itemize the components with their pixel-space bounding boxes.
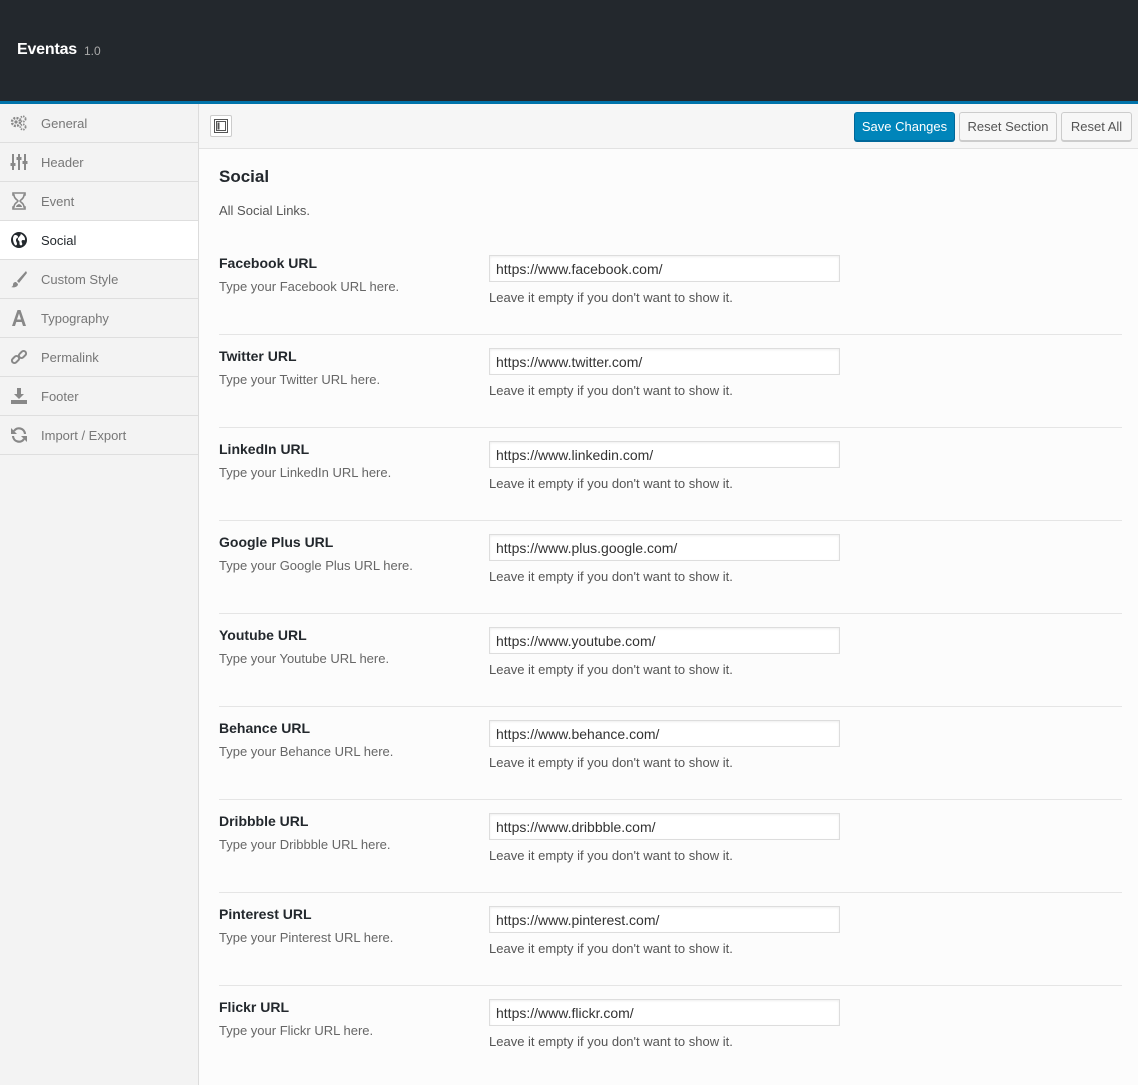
field-subtitle: Type your Facebook URL here. [219,279,400,294]
hourglass-icon [10,192,28,210]
field-title: Dribbble URL [219,813,309,829]
sidebar-item-label: Import / Export [41,428,127,443]
refresh-icon [10,426,28,444]
field-row-behance: Behance URL Type your Behance URL here. … [219,707,1122,800]
google-plus-url-input[interactable] [489,534,840,561]
field-row-twitter: Twitter URL Type your Twitter URL here. … [219,335,1122,428]
options-toolbar: Save Changes Reset Section Reset All [199,104,1138,149]
save-changes-button[interactable]: Save Changes [854,112,955,141]
field-subtitle: Type your Google Plus URL here. [219,558,413,573]
field-help: Leave it empty if you don't want to show… [489,848,733,863]
field-subtitle: Type your LinkedIn URL here. [219,465,392,480]
behance-url-input[interactable] [489,720,840,747]
field-help: Leave it empty if you don't want to show… [489,383,733,398]
flickr-url-input[interactable] [489,999,840,1026]
field-title: Flickr URL [219,999,290,1015]
field-subtitle: Type your Flickr URL here. [219,1023,374,1038]
pinterest-url-input[interactable] [489,906,840,933]
field-title: Twitter URL [219,348,297,364]
field-subtitle: Type your Dribbble URL here. [219,837,391,852]
sidebar-item-import-export[interactable]: Import / Export [0,416,198,455]
field-help: Leave it empty if you don't want to show… [489,569,733,584]
youtube-url-input[interactable] [489,627,840,654]
sidebar-item-label: Social [41,233,77,248]
sidebar-item-label: Event [41,194,75,209]
field-row-linkedin: LinkedIn URL Type your LinkedIn URL here… [219,428,1122,521]
field-subtitle: Type your Youtube URL here. [219,651,390,666]
font-icon [10,309,28,327]
sidebar-item-typography[interactable]: Typography [0,299,198,338]
field-row-facebook: Facebook URL Type your Facebook URL here… [219,242,1122,335]
field-help: Leave it empty if you don't want to show… [489,290,733,305]
sidebar-item-label: Permalink [41,350,99,365]
field-subtitle: Type your Pinterest URL here. [219,930,394,945]
sidebar-item-label: Custom Style [41,272,119,287]
app-header: Eventas 1.0 [0,0,1138,104]
sidebar-item-custom-style[interactable]: Custom Style [0,260,198,299]
reset-all-button[interactable]: Reset All [1061,112,1132,141]
sliders-icon [10,153,28,171]
twitter-url-input[interactable] [489,348,840,375]
facebook-url-input[interactable] [489,255,840,282]
brush-icon [10,270,28,288]
sidebar-item-permalink[interactable]: Permalink [0,338,198,377]
field-row-pinterest: Pinterest URL Type your Pinterest URL he… [219,893,1122,986]
download-icon [10,387,28,405]
field-row-dribbble: Dribbble URL Type your Dribbble URL here… [219,800,1122,893]
field-help: Leave it empty if you don't want to show… [489,941,733,956]
sidebar-item-event[interactable]: Event [0,182,198,221]
sidebar-item-label: Typography [41,311,109,326]
section-description: All Social Links. [219,203,311,218]
field-row-flickr: Flickr URL Type your Flickr URL here. Le… [219,986,1122,1079]
dribbble-url-input[interactable] [489,813,840,840]
field-help: Leave it empty if you don't want to show… [489,1034,733,1049]
field-title: LinkedIn URL [219,441,310,457]
link-icon [10,348,28,366]
field-title: Google Plus URL [219,534,334,550]
sidebar-item-label: General [41,116,88,131]
sidebar-item-social[interactable]: Social [0,221,198,260]
field-help: Leave it empty if you don't want to show… [489,476,733,491]
section-title: Social [219,167,270,186]
layout-icon [211,119,231,133]
field-subtitle: Type your Behance URL here. [219,744,394,759]
sidebar-item-header[interactable]: Header [0,143,198,182]
layout-toggle-button[interactable] [210,115,232,137]
sidebar: General Header Event Social Custom Style… [0,104,199,1085]
field-subtitle: Type your Twitter URL here. [219,372,381,387]
field-help: Leave it empty if you don't want to show… [489,755,733,770]
field-title: Facebook URL [219,255,318,271]
sidebar-item-label: Footer [41,389,79,404]
sidebar-item-general[interactable]: General [0,104,198,143]
sidebar-item-label: Header [41,155,84,170]
field-title: Behance URL [219,720,311,736]
app-version: 1.0 [84,44,101,58]
main-panel: Social All Social Links. Facebook URL Ty… [199,149,1138,1085]
field-row-youtube: Youtube URL Type your Youtube URL here. … [219,614,1122,707]
linkedin-url-input[interactable] [489,441,840,468]
field-row-google-plus: Google Plus URL Type your Google Plus UR… [219,521,1122,614]
gears-icon [10,114,28,132]
globe-icon [10,231,28,249]
field-title: Pinterest URL [219,906,312,922]
reset-section-button[interactable]: Reset Section [959,112,1057,141]
app-title: Eventas [17,41,77,58]
field-help: Leave it empty if you don't want to show… [489,662,733,677]
sidebar-item-footer[interactable]: Footer [0,377,198,416]
field-title: Youtube URL [219,627,307,643]
